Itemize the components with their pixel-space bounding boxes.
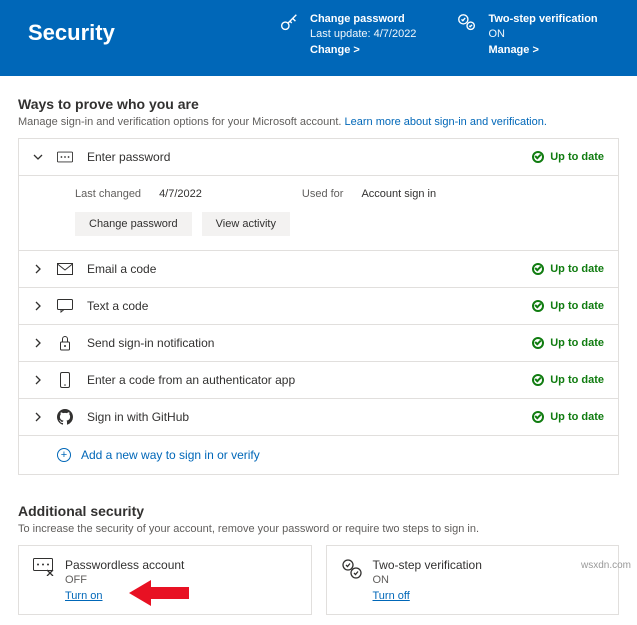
section-heading: Ways to prove who you are — [18, 96, 619, 112]
plus-icon: + — [57, 448, 71, 462]
card-passwordless: Passwordless account OFF Turn on — [18, 545, 312, 615]
page-title: Security — [28, 12, 238, 46]
section-subtext: Manage sign-in and verification options … — [18, 116, 619, 128]
add-signin-link[interactable]: Add a new way to sign in or verify — [81, 448, 260, 462]
check-icon — [532, 263, 544, 275]
turn-on-link[interactable]: Turn on — [65, 590, 103, 602]
row-label: Enter a code from an authenticator app — [87, 373, 518, 387]
check-icon — [532, 374, 544, 386]
signin-methods-list: Enter password Up to date Last changed 4/… — [18, 138, 619, 475]
callout-arrow-icon — [129, 578, 189, 608]
change-password-button[interactable]: Change password — [75, 212, 192, 236]
check-icon — [532, 337, 544, 349]
section-subtext: To increase the security of your account… — [18, 523, 619, 535]
chevron-down-icon — [33, 152, 43, 162]
used-for-label: Used for — [302, 188, 344, 200]
row-password-panel: Last changed 4/7/2022 Used for Account sig… — [19, 175, 618, 250]
passwordless-icon — [33, 558, 53, 578]
row-authenticator-app[interactable]: Enter a code from an authenticator app U… — [19, 361, 618, 398]
tile-label: Change password — [310, 12, 416, 27]
chevron-right-icon — [33, 412, 43, 422]
status-badge: Up to date — [532, 263, 604, 275]
chevron-right-icon — [33, 264, 43, 274]
tile-link[interactable]: Change > — [310, 43, 416, 58]
chevron-right-icon — [33, 375, 43, 385]
chevron-right-icon — [33, 301, 43, 311]
turn-off-link[interactable]: Turn off — [373, 590, 410, 602]
learn-more-link[interactable]: Learn more about sign-in and verificatio… — [345, 116, 547, 128]
sms-icon — [57, 298, 73, 314]
card-two-step: Two-step verification ON Turn off — [326, 545, 620, 615]
row-email-code[interactable]: Email a code Up to date — [19, 250, 618, 287]
tile-link[interactable]: Manage > — [488, 43, 597, 58]
view-activity-button[interactable]: View activity — [202, 212, 290, 236]
subtext-static: Manage sign-in and verification options … — [18, 116, 345, 128]
phone-icon — [57, 372, 73, 388]
row-label: Enter password — [87, 150, 518, 164]
key-icon — [278, 12, 300, 34]
check-icon — [532, 411, 544, 423]
two-step-icon — [341, 558, 361, 578]
add-signin-method[interactable]: + Add a new way to sign in or verify — [19, 435, 618, 474]
row-label: Sign in with GitHub — [87, 410, 518, 424]
header-tile-change-password[interactable]: Change password Last update: 4/7/2022 Ch… — [278, 12, 416, 58]
row-signin-notification[interactable]: Send sign-in notification Up to date — [19, 324, 618, 361]
ways-section: Ways to prove who you are Manage sign-in… — [0, 76, 637, 485]
shield-check-icon — [456, 12, 478, 34]
check-icon — [532, 300, 544, 312]
status-badge: Up to date — [532, 151, 604, 163]
lock-icon — [57, 335, 73, 351]
last-changed-value: 4/7/2022 — [159, 188, 202, 200]
section-heading: Additional security — [18, 503, 619, 519]
header-banner: Security Change password Last update: 4/… — [0, 0, 637, 76]
row-label: Text a code — [87, 299, 518, 313]
tile-label: Two-step verification — [488, 12, 597, 27]
chevron-right-icon — [33, 338, 43, 348]
row-label: Email a code — [87, 262, 518, 276]
check-icon — [532, 151, 544, 163]
tile-sub: ON — [488, 27, 597, 42]
mail-icon — [57, 261, 73, 277]
card-title: Passwordless account — [65, 558, 184, 572]
additional-security-section: Additional security To increase the secu… — [0, 485, 637, 625]
row-text-code[interactable]: Text a code Up to date — [19, 287, 618, 324]
github-icon — [57, 409, 73, 425]
header-tile-two-step[interactable]: Two-step verification ON Manage > — [456, 12, 597, 58]
password-icon — [57, 149, 73, 165]
status-badge: Up to date — [532, 300, 604, 312]
row-github[interactable]: Sign in with GitHub Up to date — [19, 398, 618, 435]
card-title: Two-step verification — [373, 558, 482, 572]
status-badge: Up to date — [532, 411, 604, 423]
row-enter-password[interactable]: Enter password Up to date — [19, 139, 618, 175]
row-label: Send sign-in notification — [87, 336, 518, 350]
watermark: wsxdn.com — [581, 560, 631, 571]
tile-sub: Last update: 4/7/2022 — [310, 27, 416, 42]
last-changed-label: Last changed — [75, 188, 141, 200]
status-badge: Up to date — [532, 374, 604, 386]
used-for-value: Account sign in — [361, 188, 436, 200]
status-badge: Up to date — [532, 337, 604, 349]
